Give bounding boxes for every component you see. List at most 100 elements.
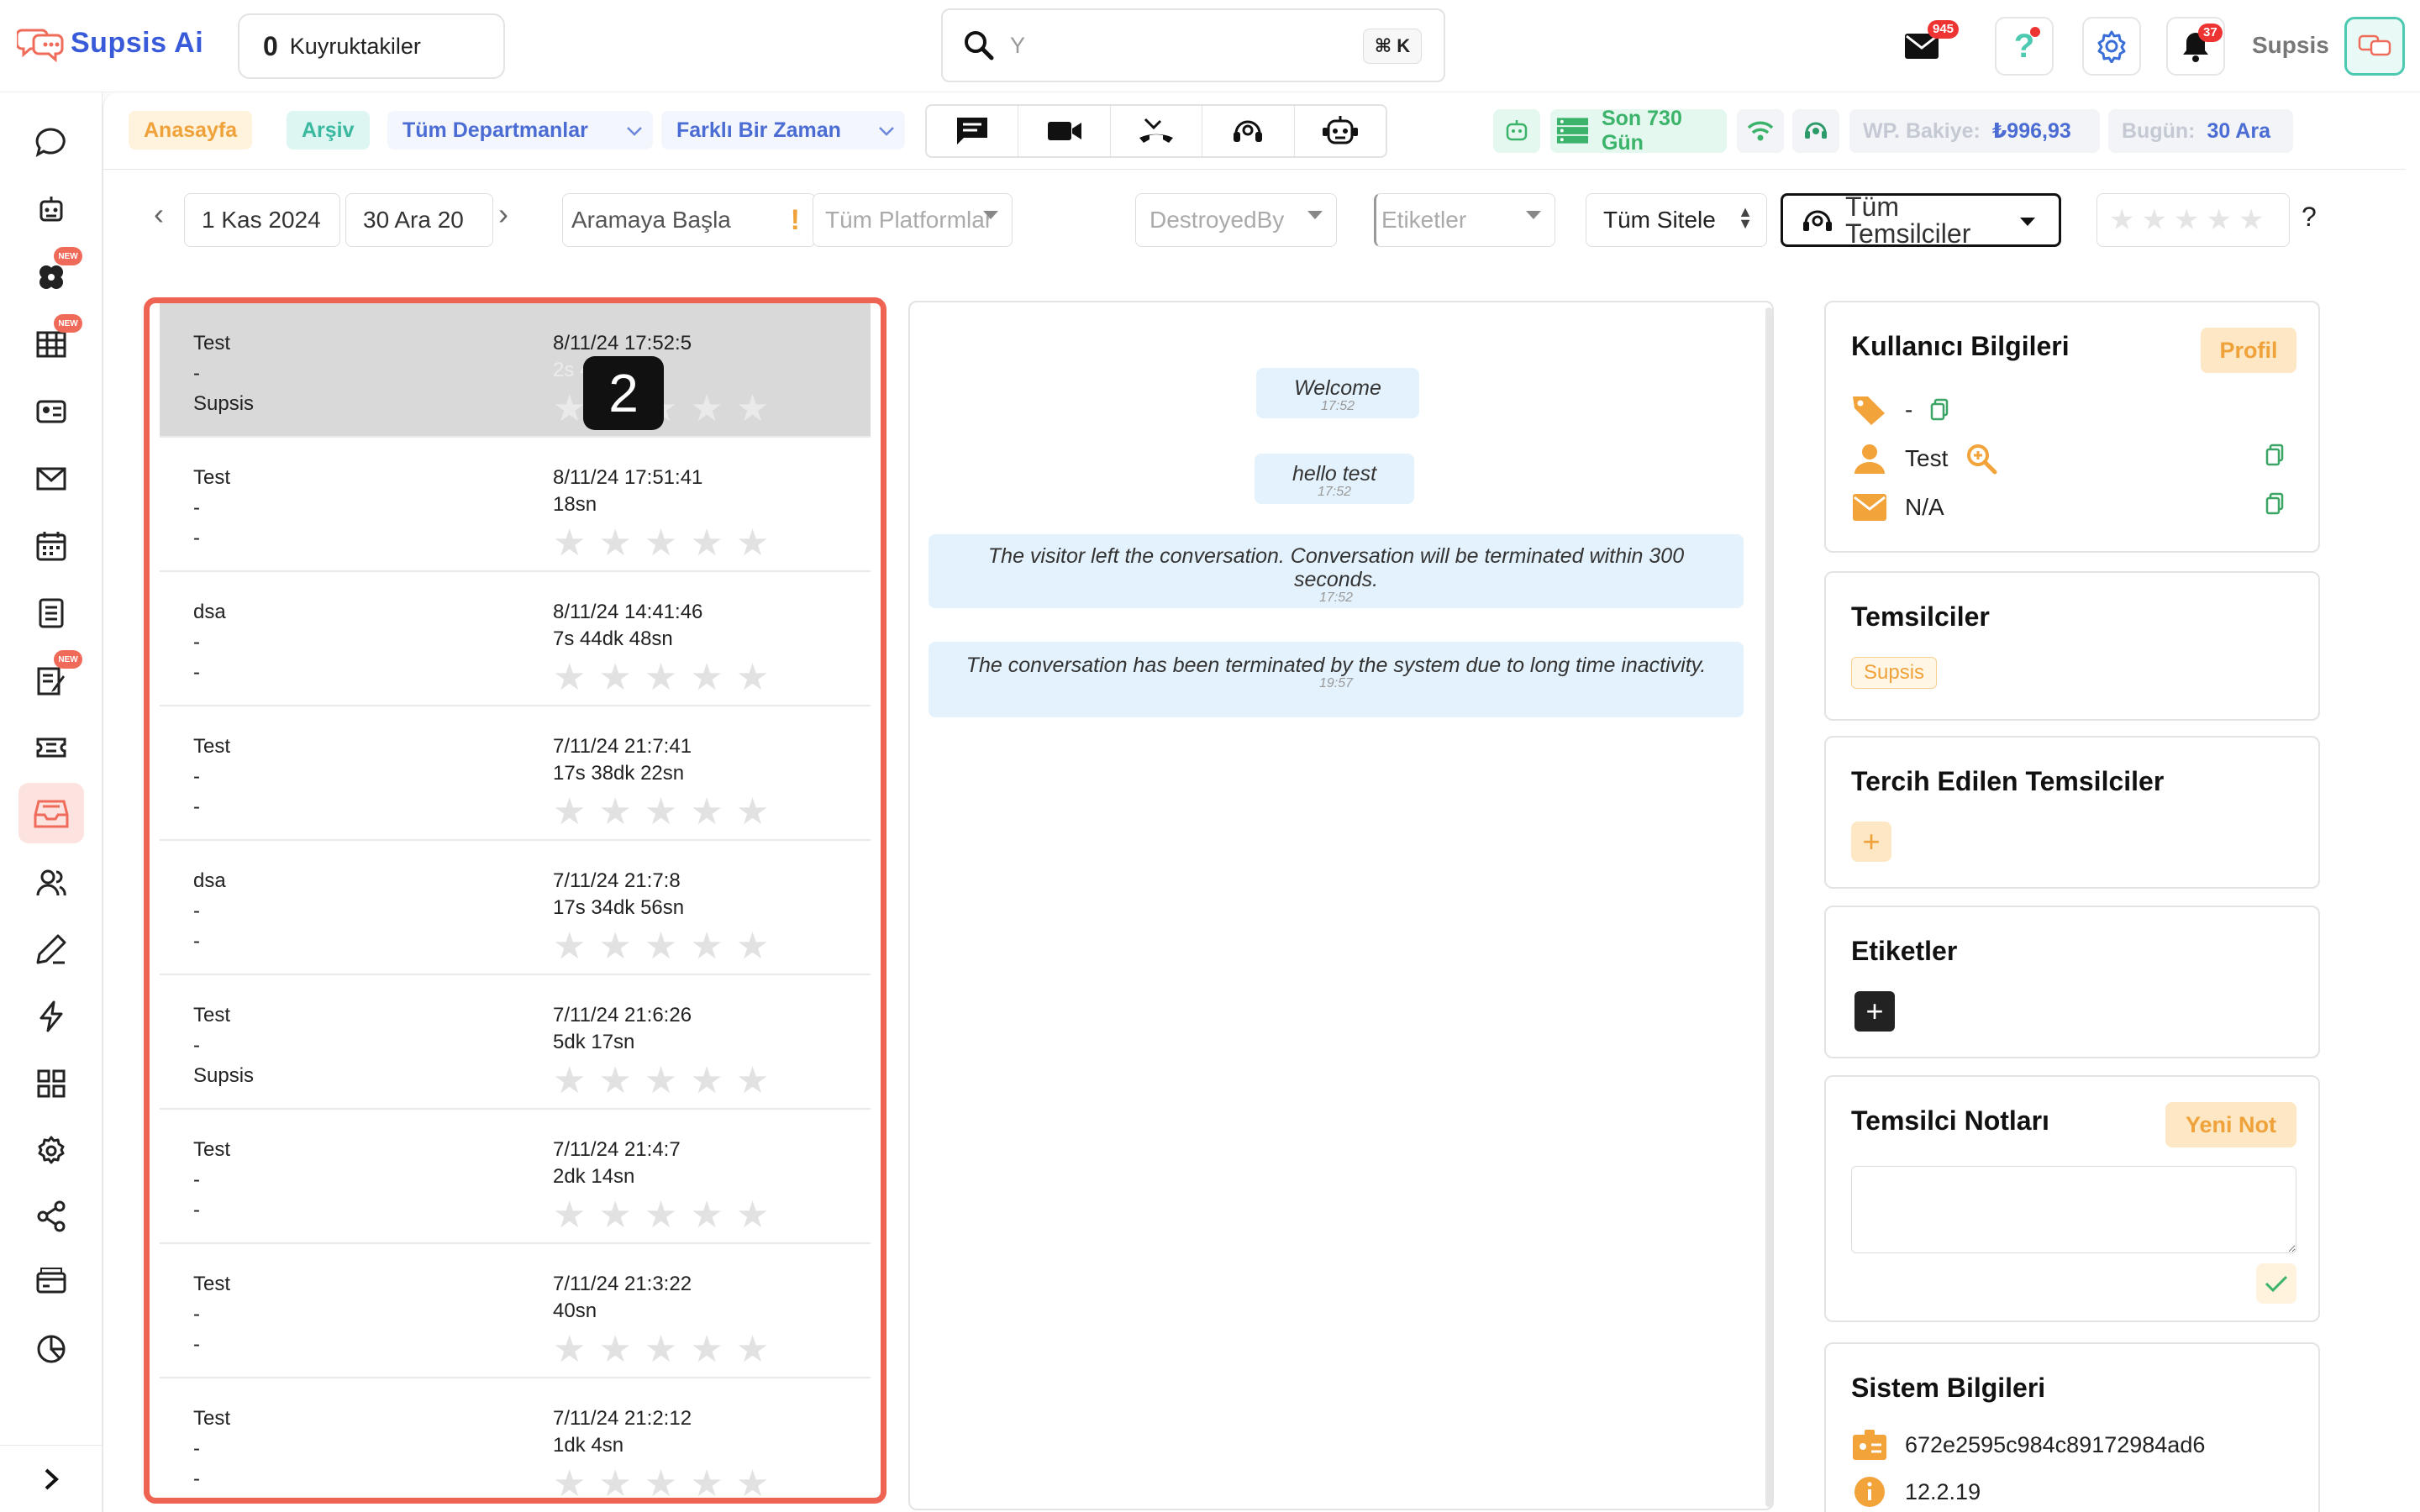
mail-button[interactable]: 945 <box>1892 17 1960 76</box>
destroyed-by-select[interactable]: DestroyedBy <box>1135 193 1337 247</box>
star-icon[interactable]: ★ <box>690 1331 723 1368</box>
date-to-input[interactable]: 30 Ara 20 <box>345 193 493 247</box>
conversation-row[interactable]: Test - - 7/11/24 21:2:12 1dk 4sn ★ ★ ★ ★ ★ <box>160 1378 871 1499</box>
conversation-row[interactable]: Test - - 7/11/24 21:4:7 2dk 14sn ★ ★ ★ ★ ★ <box>160 1110 871 1244</box>
sidebar-item-bot[interactable] <box>18 180 84 240</box>
home-chip[interactable]: Anasayfa <box>129 111 253 150</box>
logo[interactable]: Supsis Ai <box>17 24 203 62</box>
star-icon[interactable]: ★ <box>644 794 677 831</box>
rating-stars[interactable]: ★ ★ ★ ★ ★ <box>553 1063 769 1100</box>
avatar[interactable] <box>2344 17 2405 76</box>
star-icon[interactable]: ★ <box>736 525 769 562</box>
star-icon[interactable]: ★ <box>553 928 586 965</box>
rating-stars[interactable]: ★ ★ ★ ★ ★ <box>553 794 769 831</box>
sidebar-item-sign[interactable] <box>18 919 84 979</box>
sidebar-expand-button[interactable] <box>0 1445 103 1512</box>
agent-status[interactable] <box>1792 109 1839 153</box>
sidebar-item-table[interactable]: NEW <box>18 314 84 375</box>
sidebar-item-automation[interactable] <box>18 986 84 1047</box>
sidebar-item-settings[interactable] <box>18 1121 84 1181</box>
star-icon[interactable]: ★ <box>690 1466 723 1499</box>
sidebar-item-mail[interactable] <box>18 449 84 509</box>
conversation-row[interactable]: Test-Supsis8/11/24 17:52:52s 4dk 55sn★★★… <box>160 303 871 438</box>
conversation-row[interactable]: Test - -7/11/24 21:7:41 17s 38dk 22sn ★ ★ ★ ★ ★ <box>160 706 871 841</box>
search-user-icon[interactable] <box>1965 442 1998 475</box>
rating-stars[interactable]: ★ ★ ★ ★ ★ <box>553 1466 769 1499</box>
settings-button[interactable] <box>2082 17 2141 76</box>
copy-icon[interactable] <box>2265 492 2285 516</box>
star-icon[interactable]: ★ <box>553 391 586 428</box>
agents-select[interactable]: Tüm Temsilciler <box>1781 193 2061 247</box>
username[interactable]: Supsis <box>2252 32 2329 59</box>
time-select[interactable]: Farklı Bir Zaman <box>661 111 905 150</box>
star-icon[interactable]: ★ <box>690 659 723 696</box>
star-icon[interactable]: ★ <box>598 525 631 562</box>
queue-counter[interactable]: 0 Kuyruktakiler <box>238 13 505 79</box>
star-icon[interactable]: ★ <box>644 1466 677 1499</box>
sidebar-item-users[interactable] <box>18 852 84 912</box>
sites-select[interactable]: Tüm Sitele ▲ ▼ <box>1586 193 1767 247</box>
star-icon[interactable]: ★ <box>553 659 586 696</box>
sidebar-item-billing[interactable] <box>18 1252 84 1312</box>
rating-stars[interactable]: ★ ★ ★ ★ ★ <box>553 1331 769 1368</box>
sidebar-item-tickets[interactable] <box>18 717 84 778</box>
star-icon[interactable]: ★ <box>598 659 631 696</box>
agent-tag[interactable]: Supsis <box>1851 657 1938 689</box>
search-conversations-input[interactable]: Aramaya Başla ! <box>562 193 816 247</box>
conversation-row[interactable]: Test - -7/11/24 21:3:22 40sn ★ ★ ★ ★ ★ <box>160 1244 871 1378</box>
channel-chat-button[interactable] <box>927 106 1019 156</box>
star-icon[interactable]: ★ <box>598 1197 631 1234</box>
star-icon[interactable]: ★ <box>644 1197 677 1234</box>
channel-video-button[interactable] <box>1018 106 1111 156</box>
search-input[interactable] <box>1010 32 1346 59</box>
rating-help[interactable]: ? <box>2302 202 2317 233</box>
conversation-row[interactable]: dsa - - 8/11/24 14:41:46 7s 44dk 48sn ★ ★ ★ ★ ★ <box>160 572 871 706</box>
rating-stars[interactable]: ★ ★ ★ ★ ★ <box>553 928 769 965</box>
rating-stars[interactable]: ★ ★ ★ ★ ★ <box>553 659 769 696</box>
star-icon[interactable]: ★ <box>598 794 631 831</box>
channel-support-button[interactable] <box>1202 106 1295 156</box>
new-note-button[interactable]: Yeni Not <box>2165 1102 2296 1147</box>
star-icon[interactable]: ★ <box>736 928 769 965</box>
star-icon[interactable]: ★ <box>644 659 677 696</box>
star-icon[interactable]: ★ <box>598 928 631 965</box>
copy-icon[interactable] <box>1929 398 1949 422</box>
save-note-button[interactable] <box>2256 1263 2296 1304</box>
notifications-button[interactable]: 37 <box>2166 17 2225 76</box>
help-button[interactable]: ? <box>1995 17 2054 76</box>
sidebar-item-ai[interactable]: NEW <box>18 247 84 307</box>
sidebar-item-calendar[interactable] <box>18 516 84 576</box>
star-icon[interactable]: ★ <box>690 794 723 831</box>
star-icon[interactable]: ★ <box>736 794 769 831</box>
rating-stars[interactable]: ★ ★ ★ ★ ★ <box>553 525 769 562</box>
next-range-arrow[interactable]: › <box>498 197 508 232</box>
star-icon[interactable]: ★ <box>553 1466 586 1499</box>
sidebar-item-apps[interactable] <box>18 1053 84 1114</box>
star-icon[interactable]: ★ <box>736 1063 769 1100</box>
prev-range-arrow[interactable]: ‹ <box>154 197 164 232</box>
sidebar-item-list[interactable] <box>18 583 84 643</box>
global-search[interactable]: ⌘ K <box>941 8 1445 82</box>
star-icon[interactable]: ★ <box>598 1063 631 1100</box>
platforms-select[interactable]: Tüm Platformlar <box>813 193 1013 247</box>
star-icon[interactable]: ★ <box>736 1331 769 1368</box>
conversation-row[interactable]: Test - Supsis 7/11/24 21:6:26 5dk 17sn ★ ★ ★ ★ ★ <box>160 975 871 1110</box>
star-icon[interactable]: ★ <box>644 1063 677 1100</box>
star-icon[interactable]: ★ <box>553 794 586 831</box>
channel-bot-button[interactable] <box>1295 106 1386 156</box>
profile-button[interactable]: Profil <box>2201 328 2296 373</box>
sidebar-item-contacts[interactable] <box>18 381 84 442</box>
star-icon[interactable]: ★ <box>553 1197 586 1234</box>
conversation-row[interactable]: Test - -8/11/24 17:51:41 18sn ★ ★ ★ ★ ★ <box>160 438 871 572</box>
star-icon[interactable]: ★ <box>598 1466 631 1499</box>
star-icon[interactable]: ★ <box>736 391 769 428</box>
star-icon[interactable]: ★ <box>736 659 769 696</box>
star-icon[interactable]: ★ <box>690 1063 723 1100</box>
star-icon[interactable]: ★ <box>736 1466 769 1499</box>
rating-stars[interactable]: ★ ★ ★ ★ ★ <box>553 1197 769 1234</box>
conversation-row[interactable]: dsa - -7/11/24 21:7:8 17s 34dk 56sn ★ ★ ★ ★ ★ <box>160 841 871 975</box>
sidebar-item-archive[interactable] <box>18 783 84 843</box>
star-icon[interactable]: ★ <box>644 525 677 562</box>
star-icon[interactable]: ★ <box>690 928 723 965</box>
star-icon[interactable]: ★ <box>690 391 723 428</box>
